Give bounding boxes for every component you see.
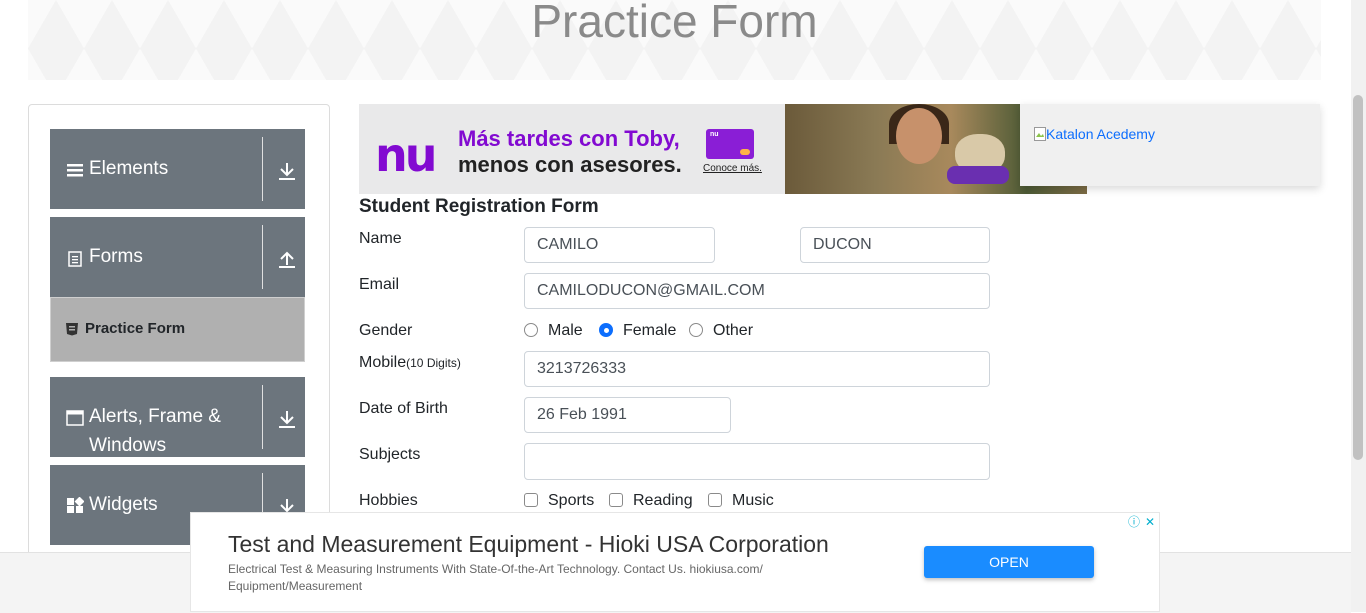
sidebar-group-label-line2: Windows [89, 435, 167, 456]
katalon-link-text: Katalon Acedemy [1046, 126, 1155, 142]
subjects-input[interactable] [524, 443, 990, 480]
sidebar-group-label: Elements [89, 158, 169, 179]
first-name-input[interactable] [524, 227, 715, 263]
hamburger-icon [67, 164, 83, 177]
hobby-reading-checkbox[interactable] [609, 493, 623, 507]
hobby-sports-checkbox[interactable] [524, 493, 538, 507]
katalon-ad[interactable]: Katalon Acedemy [1020, 104, 1320, 186]
divider [262, 137, 263, 201]
window-icon [66, 410, 84, 426]
sidebar-item-practice-form[interactable]: Practice Form [50, 297, 305, 362]
hobbies-label: Hobbies [359, 492, 418, 509]
last-name-input[interactable] [800, 227, 990, 263]
hobby-reading-label[interactable]: Reading [633, 492, 693, 510]
page-scrollbar[interactable] [1351, 0, 1366, 612]
download-arrow-icon[interactable] [277, 409, 297, 429]
mobile-label: Mobile(10 Digits) [359, 354, 461, 372]
document-icon [68, 251, 82, 267]
close-icon[interactable]: ✕ [1143, 515, 1157, 529]
broken-image-icon [1034, 127, 1046, 141]
sidebar-group-elements[interactable]: Elements [50, 129, 305, 209]
top-ad-banner[interactable]: nu Más tardes con Toby, menos con asesor… [359, 104, 1087, 194]
hobby-music-label[interactable]: Music [732, 492, 774, 510]
gender-male-radio[interactable] [524, 323, 538, 337]
page-header-banner: Practice Form [28, 0, 1321, 80]
sidebar-group-alerts-frame-windows[interactable]: Alerts, Frame & Windows [50, 377, 305, 457]
widgets-icon [67, 497, 84, 513]
credit-card-image: nu [706, 129, 754, 159]
html5-icon [66, 323, 78, 336]
gender-female-radio[interactable] [599, 323, 613, 337]
ad-cta-link[interactable]: Conoce más. [703, 163, 762, 174]
photo-person-face [896, 108, 942, 164]
photo-purple-shirt [947, 166, 1009, 184]
hobby-music-checkbox[interactable] [708, 493, 722, 507]
info-icon[interactable]: ⓘ [1127, 515, 1141, 529]
hobby-sports-label[interactable]: Sports [548, 492, 594, 510]
scrollbar-thumb[interactable] [1353, 95, 1363, 460]
adchoices[interactable]: ⓘ ✕ [1127, 515, 1157, 529]
email-input[interactable] [524, 273, 990, 309]
date-of-birth-input[interactable] [524, 397, 731, 433]
bottom-ad[interactable]: Test and Measurement Equipment - Hioki U… [190, 512, 1160, 612]
nu-logo: nu [375, 128, 437, 182]
form-title: Student Registration Form [359, 196, 599, 217]
name-label: Name [359, 230, 402, 247]
bottom-ad-description: Electrical Test & Measuring Instruments … [228, 562, 763, 593]
sidebar: Elements Forms Practice Form Alerts, Fra… [28, 104, 330, 576]
gender-label: Gender [359, 322, 413, 339]
sidebar-group-label: Widgets [89, 494, 158, 515]
gender-other-label[interactable]: Other [713, 322, 753, 340]
ad-headline-line1: Más tardes con Toby, [458, 126, 680, 151]
mobile-hint: (10 Digits) [406, 356, 461, 370]
sidebar-item-label: Practice Form [85, 320, 186, 337]
divider [262, 385, 263, 449]
divider [262, 225, 263, 289]
upload-arrow-icon[interactable] [277, 249, 297, 269]
gender-male-label[interactable]: Male [548, 322, 583, 340]
card-logo: nu [710, 131, 719, 138]
mobile-input[interactable] [524, 351, 990, 387]
ad-headline-line2: menos con asesores. [458, 152, 682, 177]
gender-other-radio[interactable] [689, 323, 703, 337]
page-title: Practice Form [531, 0, 818, 47]
card-chip-icon [740, 149, 750, 155]
subjects-label: Subjects [359, 446, 421, 463]
katalon-link[interactable]: Katalon Acedemy [1034, 126, 1155, 142]
mobile-label-text: Mobile [359, 354, 407, 371]
download-arrow-icon[interactable] [277, 161, 297, 181]
ad-headline: Más tardes con Toby, menos con asesores. [458, 126, 682, 178]
dob-label: Date of Birth [359, 400, 448, 417]
email-label: Email [359, 276, 400, 293]
bottom-ad-title[interactable]: Test and Measurement Equipment - Hioki U… [228, 531, 829, 558]
bottom-ad-open-button[interactable]: OPEN [924, 546, 1094, 578]
sidebar-group-forms[interactable]: Forms [50, 217, 305, 297]
gender-female-label[interactable]: Female [623, 322, 676, 340]
sidebar-group-label: Alerts, Frame & [89, 406, 221, 427]
sidebar-group-label: Forms [89, 246, 143, 267]
